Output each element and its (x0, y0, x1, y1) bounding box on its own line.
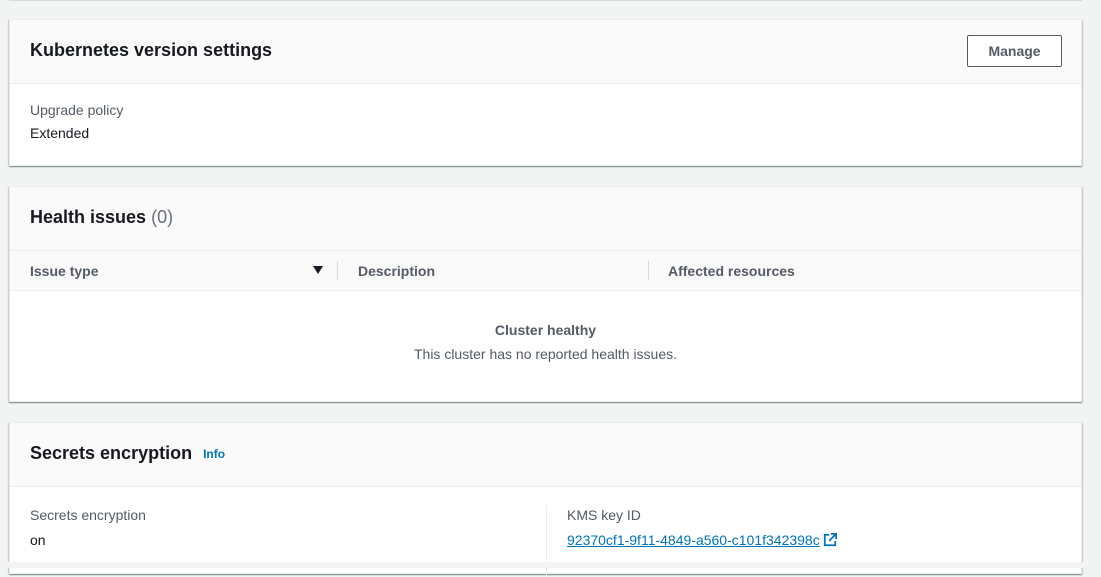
issue-count: (0) (151, 207, 174, 227)
panel-title: Health issues (0) (30, 207, 173, 228)
kms-key-label: KMS key ID (567, 507, 641, 523)
column-header-affected-resources[interactable]: Affected resources (668, 263, 795, 279)
external-link-icon[interactable] (823, 533, 837, 547)
panel-title: Kubernetes version settings (30, 40, 273, 60)
panel-header: Kubernetes version settings Manage (10, 20, 1081, 84)
health-issues-title: Health issues (30, 207, 147, 227)
empty-state: Cluster healthy This cluster has no repo… (10, 291, 1081, 362)
table-header: Issue type Description Affected resource… (10, 251, 1081, 291)
previous-panel-edge (9, 0, 1082, 1)
upgrade-policy-label: Upgrade policy (30, 102, 124, 118)
caret-down-icon[interactable] (312, 264, 324, 276)
kms-key: KMS key ID 92370cf1-9f11-4849-a560-c101f… (567, 507, 837, 550)
secrets-encryption-panel: Secrets encryption Info Secrets encrypti… (9, 422, 1082, 577)
kubernetes-version-panel: Kubernetes version settings Manage Upgra… (9, 19, 1082, 166)
column-header-description[interactable]: Description (358, 263, 435, 279)
panel-title: Secrets encryption Info (30, 443, 225, 464)
panel-header: Secrets encryption Info (10, 423, 1081, 487)
manage-button[interactable]: Manage (967, 35, 1062, 67)
viewport-bottom (0, 562, 1101, 568)
empty-state-title: Cluster healthy (494, 322, 597, 338)
kms-key-link[interactable]: 92370cf1-9f11-4849-a560-c101f342398c (567, 532, 820, 548)
health-issues-panel: Health issues (0) Issue type Description… (9, 186, 1082, 402)
column-resizer[interactable] (648, 261, 649, 280)
column-resizer[interactable] (337, 261, 338, 280)
kms-key-value: 92370cf1-9f11-4849-a560-c101f342398c (567, 532, 837, 550)
upgrade-policy-value: Extended (30, 125, 90, 141)
secrets-encryption-status: Secrets encryption on (30, 507, 146, 548)
panel-header: Health issues (0) (10, 187, 1081, 251)
column-header-issue-type[interactable]: Issue type (30, 263, 98, 279)
empty-state-description: This cluster has no reported health issu… (413, 346, 678, 362)
secrets-encryption-title: Secrets encryption (30, 443, 193, 463)
info-link[interactable]: Info (203, 447, 225, 461)
secrets-encryption-label: Secrets encryption (30, 507, 146, 523)
upgrade-policy: Upgrade policy Extended (30, 102, 123, 141)
secrets-encryption-value: on (30, 532, 46, 548)
